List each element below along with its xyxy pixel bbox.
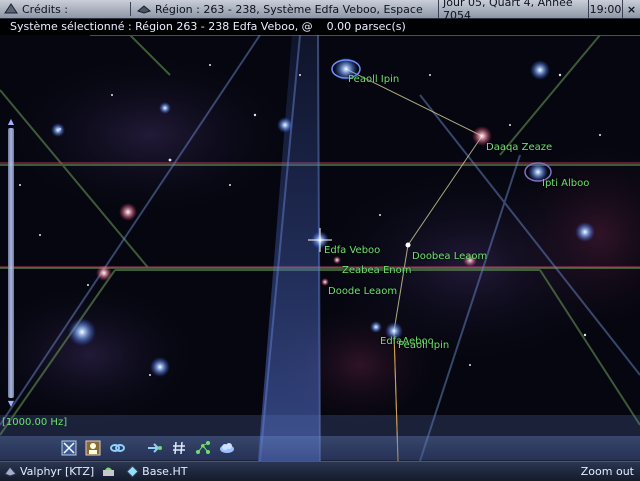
star-doobea-leaom[interactable] [405, 242, 411, 248]
cloud-icon[interactable] [218, 439, 236, 457]
star-label-peaoll-ipin-2[interactable]: Peaoll Ipin [398, 340, 449, 351]
route-icon[interactable] [146, 439, 164, 457]
person-icon[interactable] [84, 439, 102, 457]
top-status-bar: Crédits : Région : 263 - 238, Système Ed… [0, 0, 640, 22]
zoom-slider[interactable]: ▲ ▼ [5, 118, 17, 410]
bottom-status-bar: Valphyr [KTZ] Base.HT Zoom out [0, 461, 640, 481]
pilot-name: Valphyr [KTZ] [20, 465, 95, 478]
map-toolbar [0, 436, 640, 460]
star-label-doobea-leaom[interactable]: Doobea Leaom [412, 251, 487, 262]
zoom-down-arrow-icon[interactable]: ▼ [5, 400, 17, 408]
cargo-icon [103, 467, 115, 476]
base-name: Base.HT [142, 465, 188, 478]
ship-icon [137, 5, 151, 14]
pilot-display[interactable]: Valphyr [KTZ] [0, 462, 98, 481]
region-display: Région : 263 - 238, Système Edfa Veboo, … [133, 0, 438, 18]
time-display: 19:00 [588, 0, 622, 18]
star-label-edfa-veboo[interactable]: Edfa Veboo [324, 245, 380, 256]
star-doode-leaom[interactable] [321, 278, 329, 286]
zoom-up-arrow-icon[interactable]: ▲ [5, 118, 17, 126]
grid-x-icon[interactable] [60, 439, 78, 457]
star-map[interactable]: Peaoll Ipin Daaqa Zeaze Ipti Alboo Edfa … [0, 35, 640, 461]
hash-icon[interactable] [170, 439, 188, 457]
region-text: Région : 263 - 238, Système Edfa Veboo, … [155, 2, 423, 16]
zoom-out-button[interactable]: Zoom out [577, 462, 640, 481]
network-icon[interactable] [194, 439, 212, 457]
star-label-doode-leaom[interactable]: Doode Leaom [328, 286, 397, 297]
cargo-indicator[interactable] [98, 462, 122, 481]
divider [130, 2, 131, 16]
star-label-daaqa-zeaze[interactable]: Daaqa Zeaze [486, 142, 552, 153]
star-label-zeabea-enom[interactable]: Zeabea Enom [342, 265, 411, 276]
credits-display: Crédits : [0, 0, 128, 18]
star-zeabea-enom[interactable] [333, 256, 341, 264]
frequency-readout: [1000.00 Hz] [2, 417, 68, 428]
base-display[interactable]: Base.HT [122, 462, 191, 481]
star-label-peaoll-ipin[interactable]: Peaoll Ipin [348, 74, 399, 85]
credits-icon [4, 3, 18, 14]
date-display: Jour 05, Quart 4, Année 7054 [438, 0, 588, 22]
credits-label: Crédits : [22, 2, 69, 16]
base-icon [126, 465, 139, 478]
star-map-canvas [0, 35, 640, 461]
zoom-track[interactable] [8, 128, 14, 398]
star-label-ipti-alboo[interactable]: Ipti Alboo [542, 178, 589, 189]
link-icon[interactable] [108, 439, 126, 457]
selected-system-text: Système sélectionné : Région 263 - 238 E… [0, 19, 640, 35]
ship-icon [4, 466, 17, 477]
close-button[interactable]: × [622, 0, 640, 18]
